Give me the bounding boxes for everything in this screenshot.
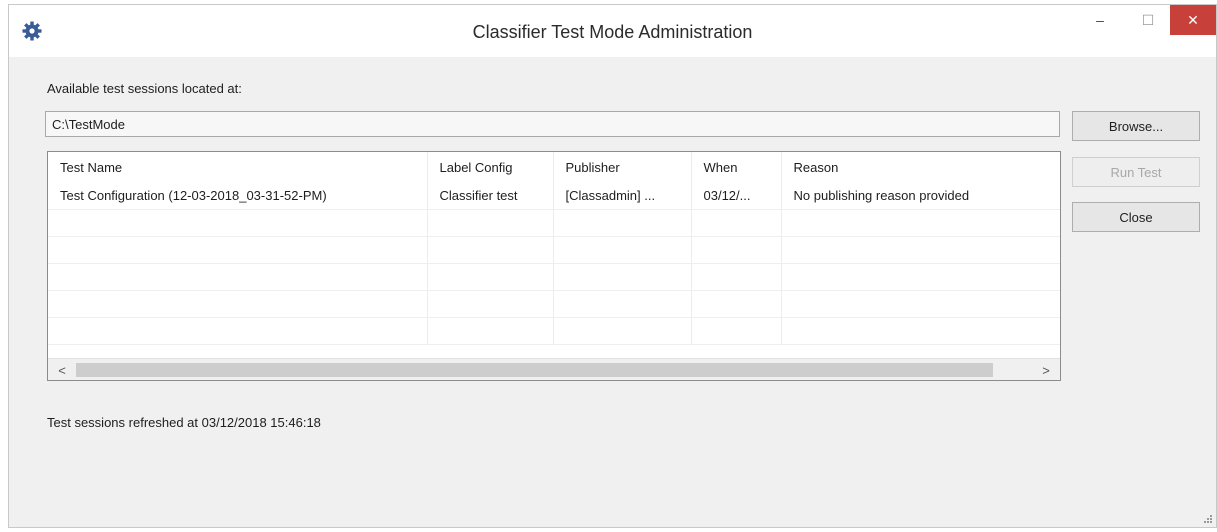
minimize-button[interactable]: – xyxy=(1086,5,1114,35)
empty-row xyxy=(48,263,1060,291)
column-header-test-name[interactable]: Test Name xyxy=(48,152,428,182)
cell-publisher: [Classadmin] ... xyxy=(553,182,692,210)
cell-label-config: Classifier test xyxy=(427,182,554,210)
empty-row xyxy=(48,209,1060,237)
window-title: Classifier Test Mode Administration xyxy=(472,22,753,42)
horizontal-scrollbar[interactable]: < > xyxy=(48,358,1060,380)
column-header-reason[interactable]: Reason xyxy=(781,152,1060,182)
column-header-when[interactable]: When xyxy=(691,152,782,182)
dialog-window: Classifier Test Mode Administration – ☐ … xyxy=(8,4,1217,528)
close-button[interactable]: Close xyxy=(1072,202,1200,232)
window-close-button[interactable]: ✕ xyxy=(1170,5,1216,35)
sessions-list[interactable]: Test Name Label Config Publisher When Re… xyxy=(47,151,1061,381)
close-icon: ✕ xyxy=(1187,11,1199,28)
table-row[interactable]: Test Configuration (12-03-2018_03-31-52-… xyxy=(48,182,1060,210)
scroll-right-icon[interactable]: > xyxy=(1038,362,1054,378)
column-header-label-config[interactable]: Label Config xyxy=(427,152,554,182)
cell-reason: No publishing reason provided xyxy=(781,182,1060,210)
cell-test-name: Test Configuration (12-03-2018_03-31-52-… xyxy=(48,182,428,210)
minimize-icon: – xyxy=(1096,12,1104,28)
empty-row xyxy=(48,290,1060,318)
location-label: Available test sessions located at: xyxy=(47,81,242,96)
status-text: Test sessions refreshed at 03/12/2018 15… xyxy=(47,415,321,430)
empty-row xyxy=(48,236,1060,264)
browse-button[interactable]: Browse... xyxy=(1072,111,1200,141)
scroll-left-icon[interactable]: < xyxy=(54,362,70,378)
table-header: Test Name Label Config Publisher When Re… xyxy=(48,152,1060,182)
resize-grip-icon[interactable] xyxy=(1203,514,1213,524)
title-bar[interactable]: Classifier Test Mode Administration – ☐ … xyxy=(9,5,1216,57)
run-test-button[interactable]: Run Test xyxy=(1072,157,1200,187)
maximize-button[interactable]: ☐ xyxy=(1135,5,1161,35)
empty-row xyxy=(48,317,1060,345)
column-header-publisher[interactable]: Publisher xyxy=(553,152,692,182)
path-field[interactable] xyxy=(45,111,1060,137)
scroll-thumb[interactable] xyxy=(76,363,993,377)
sessions-table: Test Name Label Config Publisher When Re… xyxy=(48,152,1060,345)
cell-when: 03/12/... xyxy=(691,182,782,210)
maximize-icon: ☐ xyxy=(1141,11,1155,28)
